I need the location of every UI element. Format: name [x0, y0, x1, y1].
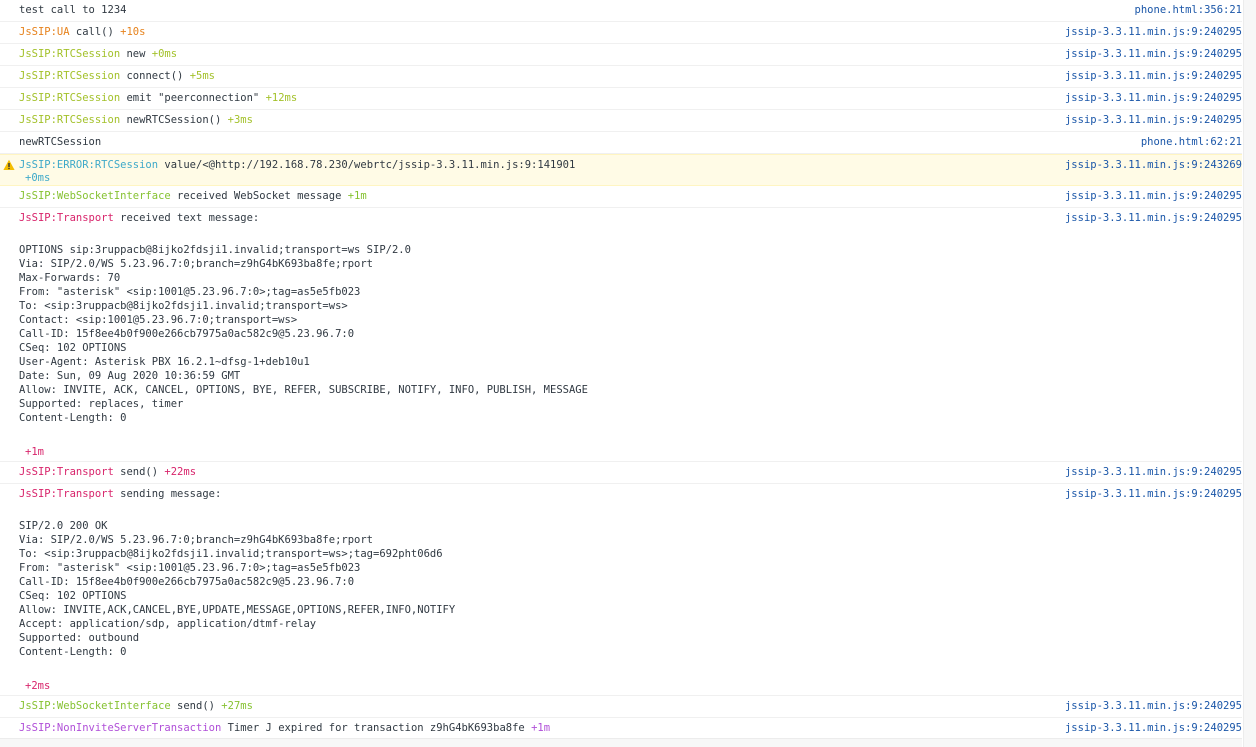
source-link[interactable]: phone.html:62:21 — [1141, 132, 1242, 153]
log-delta: +12ms — [265, 92, 298, 104]
warning-icon — [3, 159, 15, 170]
log-delta: +22ms — [164, 466, 197, 478]
console-message-line: JsSIP:ERROR:RTCSession value/<@http://19… — [19, 155, 1242, 176]
console-message: JsSIP:WebSocketInterface send() +27ms — [19, 696, 1242, 717]
console-message: JsSIP:RTCSession newRTCSession() +3ms — [19, 110, 1242, 131]
console-row: JsSIP:WebSocketInterface received WebSoc… — [0, 186, 1242, 208]
source-link[interactable]: jssip-3.3.11.min.js:9:240295 — [1065, 88, 1242, 109]
log-namespace: JsSIP:Transport — [19, 212, 114, 224]
console-message: JsSIP:RTCSession emit "peerconnection" +… — [19, 88, 1242, 109]
console-message-line: JsSIP:Transport sending message: — [19, 484, 1242, 505]
log-namespace: JsSIP:WebSocketInterface — [19, 190, 171, 202]
console-message: newRTCSession — [19, 132, 1242, 153]
console-row: JsSIP:RTCSession connect() +5ms jssip-3.3… — [0, 66, 1242, 88]
console-warning-row: JsSIP:ERROR:RTCSession value/<@http://19… — [0, 154, 1242, 186]
console-message-line: JsSIP:RTCSession connect() +5ms — [19, 66, 1242, 87]
console-message-line: JsSIP:NonInviteServerTransaction Timer J… — [19, 718, 1242, 739]
log-namespace: JsSIP:NonInviteServerTransaction — [19, 722, 222, 734]
console-message: JsSIP:NonInviteServerTransaction Timer J… — [19, 718, 1242, 739]
console-row: JsSIP:WebSocketInterface send() +27ms jss… — [0, 696, 1242, 718]
log-text: Timer J expired for transaction z9hG4bK6… — [221, 722, 532, 734]
console-row: JsSIP:Transport received text message: O… — [0, 208, 1242, 462]
source-link[interactable]: jssip-3.3.11.min.js:9:240295 — [1065, 44, 1242, 65]
source-link[interactable]: jssip-3.3.11.min.js:9:240295 — [1065, 208, 1242, 229]
console-message-line: JsSIP:Transport received text message: — [19, 208, 1242, 229]
log-text: value/<@http://192.168.78.230/webrtc/jss… — [158, 159, 576, 171]
vertical-scrollbar[interactable] — [1243, 0, 1256, 747]
log-text: received text message: — [113, 212, 260, 224]
console-message: JsSIP:UA call() +10s — [19, 22, 1242, 43]
console-row: JsSIP:RTCSession emit "peerconnection" +… — [0, 88, 1242, 110]
console-row: newRTCSession phone.html:62:21 — [0, 132, 1242, 154]
log-delta: +10s — [120, 26, 146, 38]
log-text: test call to 1234 — [19, 4, 127, 16]
source-link[interactable]: jssip-3.3.11.min.js:9:240295 — [1065, 696, 1242, 717]
console-message: JsSIP:RTCSession connect() +5ms — [19, 66, 1242, 87]
source-link[interactable]: jssip-3.3.11.min.js:9:240295 — [1065, 22, 1242, 43]
console-message: JsSIP:Transport sending message: — [19, 484, 1242, 505]
source-link[interactable]: jssip-3.3.11.min.js:9:240295 — [1065, 484, 1242, 505]
log-namespace: JsSIP:RTCSession — [19, 92, 121, 104]
log-text: send() — [170, 700, 222, 712]
source-link[interactable]: jssip-3.3.11.min.js:9:240295 — [1065, 462, 1242, 483]
console-message: JsSIP:RTCSession new +0ms — [19, 44, 1242, 65]
log-namespace: JsSIP:ERROR:RTCSession — [19, 159, 159, 171]
log-text: sending message: — [113, 488, 222, 500]
console-log: test call to 1234 phone.html:356:21 JsSIP:… — [0, 0, 1242, 740]
console-message-line: JsSIP:WebSocketInterface received WebSoc… — [19, 186, 1242, 207]
log-delta: +5ms — [189, 70, 215, 82]
log-text: received WebSocket message — [170, 190, 348, 202]
log-namespace: JsSIP:UA — [19, 26, 70, 38]
console-message-line: test call to 1234 — [19, 0, 1242, 21]
console-row: JsSIP:NonInviteServerTransaction Timer J… — [0, 718, 1242, 740]
console-message-line: JsSIP:RTCSession new +0ms — [19, 44, 1242, 65]
console-message-line: JsSIP:UA call() +10s — [19, 22, 1242, 43]
sip-message-body: OPTIONS sip:3ruppacb@8ijko2fdsji1.invali… — [19, 244, 588, 424]
console-message: JsSIP:Transport received text message: — [19, 208, 1242, 229]
horizontal-scrollbar[interactable] — [0, 738, 1242, 747]
console-message-line: JsSIP:RTCSession emit "peerconnection" +… — [19, 88, 1242, 109]
log-text: emit "peerconnection" — [120, 92, 266, 104]
console-row: JsSIP:RTCSession newRTCSession() +3ms jss… — [0, 110, 1242, 132]
console-row: JsSIP:Transport send() +22ms jssip-3.3.11… — [0, 462, 1242, 484]
log-delta: +2ms — [25, 680, 51, 692]
log-text: call() — [69, 26, 121, 38]
log-text: connect() — [120, 70, 190, 82]
console-row: JsSIP:RTCSession new +0ms jssip-3.3.11.mi… — [0, 44, 1242, 66]
log-delta: +1m — [25, 446, 44, 458]
source-link[interactable]: jssip-3.3.11.min.js:9:240295 — [1065, 186, 1242, 207]
console-message: JsSIP:ERROR:RTCSession value/<@http://19… — [19, 155, 1242, 176]
console-message-line: JsSIP:WebSocketInterface send() +27ms — [19, 696, 1242, 717]
source-link[interactable]: jssip-3.3.11.min.js:9:240295 — [1065, 718, 1242, 739]
log-namespace: JsSIP:Transport — [19, 488, 114, 500]
log-namespace: JsSIP:RTCSession — [19, 114, 121, 126]
log-delta: +3ms — [227, 114, 253, 126]
log-text: new — [120, 48, 152, 60]
log-namespace: JsSIP:RTCSession — [19, 70, 121, 82]
console-message: JsSIP:Transport send() +22ms — [19, 462, 1242, 483]
log-delta: +1m — [347, 190, 367, 202]
console-message-line: newRTCSession — [19, 132, 1242, 153]
console-row: test call to 1234 phone.html:356:21 — [0, 0, 1242, 22]
console-message-line: JsSIP:Transport send() +22ms — [19, 462, 1242, 483]
log-namespace: JsSIP:RTCSession — [19, 48, 121, 60]
log-delta: +0ms — [151, 48, 178, 60]
source-link[interactable]: jssip-3.3.11.min.js:9:240295 — [1065, 110, 1242, 131]
console-message-line: JsSIP:RTCSession newRTCSession() +3ms — [19, 110, 1242, 131]
log-namespace: JsSIP:WebSocketInterface — [19, 700, 171, 712]
source-link[interactable]: jssip-3.3.11.min.js:9:240295 — [1065, 66, 1242, 87]
sip-message-body: SIP/2.0 200 OK Via: SIP/2.0/WS 5.23.96.7… — [19, 520, 456, 658]
log-text: send() — [113, 466, 165, 478]
console-message: test call to 1234 — [19, 0, 1242, 21]
console-row: JsSIP:UA call() +10s jssip-3.3.11.min.js:… — [0, 22, 1242, 44]
log-text: newRTCSession — [19, 136, 102, 148]
log-text: newRTCSession() — [120, 114, 228, 126]
console-row: JsSIP:Transport sending message: SIP/2.0… — [0, 484, 1242, 696]
log-namespace: JsSIP:Transport — [19, 466, 114, 478]
log-delta: +1m — [531, 722, 551, 734]
source-link[interactable]: phone.html:356:21 — [1135, 0, 1242, 21]
console-message: JsSIP:WebSocketInterface received WebSoc… — [19, 186, 1242, 207]
log-delta: +27ms — [221, 700, 253, 712]
source-link[interactable]: jssip-3.3.11.min.js:9:243269 — [1065, 155, 1242, 176]
